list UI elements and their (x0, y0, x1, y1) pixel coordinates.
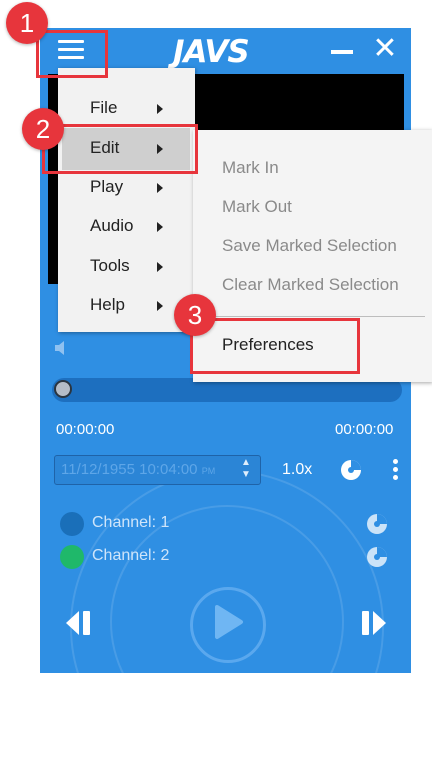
close-button[interactable]: ✕ (371, 34, 399, 64)
channel-1-label: Channel: 1 (92, 514, 170, 531)
submenu-item-mark-out: Mark Out (222, 197, 292, 216)
channel-2-label: Channel: 2 (92, 547, 170, 564)
menu-item-help[interactable]: Help (90, 295, 125, 315)
spin-down-icon[interactable]: ▼ (241, 469, 251, 481)
more-options-icon[interactable] (393, 459, 399, 483)
callout-box-edit (42, 124, 198, 174)
skip-back-icon[interactable] (64, 608, 94, 638)
total-time: 00:00:00 (335, 421, 394, 438)
channel-2-disc-icon[interactable] (366, 546, 388, 568)
submenu-arrow-icon (157, 104, 163, 114)
step-2-badge: 2 (22, 108, 64, 150)
spin-up-icon[interactable]: ▲ (241, 457, 251, 469)
step-3-badge: 3 (174, 294, 216, 336)
submenu-item-save-marked-selection: Save Marked Selection (222, 236, 397, 255)
minimize-button[interactable] (331, 50, 353, 54)
menu-item-play[interactable]: Play (90, 177, 123, 197)
play-icon (215, 605, 243, 639)
submenu-arrow-icon (157, 301, 163, 311)
volume-icon[interactable] (54, 340, 68, 356)
step-1-badge: 1 (6, 2, 48, 44)
disc-icon[interactable] (340, 459, 362, 481)
menu-item-tools[interactable]: Tools (90, 256, 130, 276)
menu-item-file[interactable]: File (90, 98, 117, 118)
menu-item-audio[interactable]: Audio (90, 216, 133, 236)
submenu-arrow-icon (157, 262, 163, 272)
datetime-value: 11/12/1955 10:04:00 (61, 461, 198, 478)
channel-1-indicator (60, 512, 84, 536)
channel-1-disc-icon[interactable] (366, 513, 388, 535)
main-menu (58, 68, 195, 332)
play-button[interactable] (190, 587, 266, 663)
seek-handle[interactable] (54, 380, 72, 398)
submenu-arrow-icon (157, 222, 163, 232)
current-time: 00:00:00 (56, 421, 115, 438)
channel-2-indicator (60, 545, 84, 569)
submenu-item-clear-marked-selection: Clear Marked Selection (222, 275, 399, 294)
skip-forward-icon[interactable] (358, 608, 388, 638)
datetime-input[interactable]: 11/12/1955 10:04:00 PM (54, 455, 261, 485)
submenu-divider (208, 316, 425, 317)
datetime-ampm: PM (201, 466, 216, 476)
callout-box-preferences (190, 318, 360, 374)
app-logo: JAVS (173, 34, 250, 70)
datetime-spinner[interactable]: ▲ ▼ (241, 457, 251, 481)
callout-box-menu (36, 30, 108, 78)
submenu-item-mark-in: Mark In (222, 158, 279, 177)
playback-speed[interactable]: 1.0x (282, 461, 312, 479)
submenu-arrow-icon (157, 183, 163, 193)
